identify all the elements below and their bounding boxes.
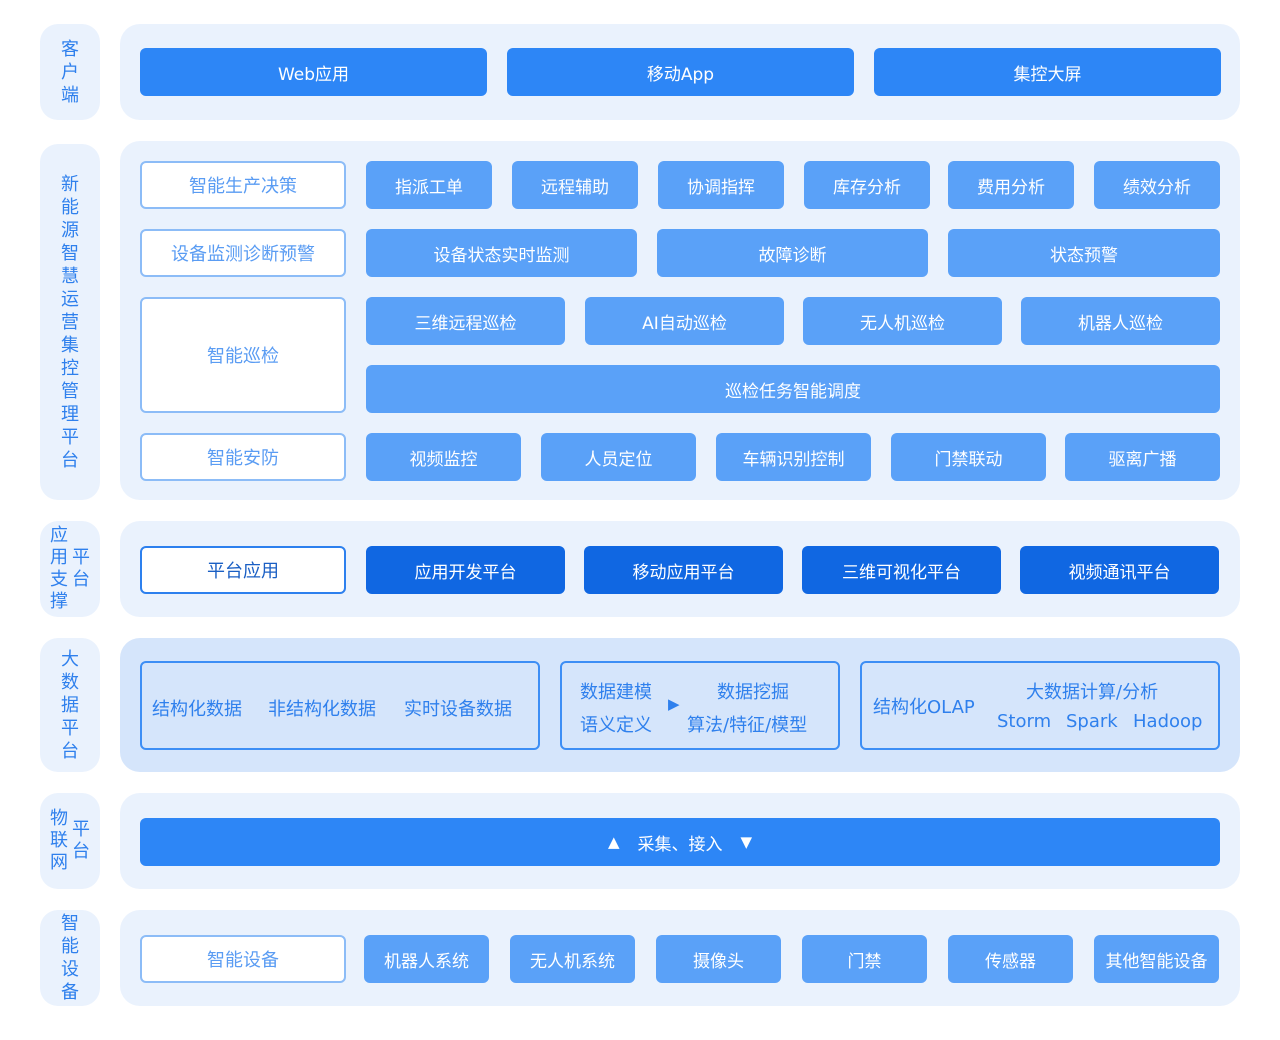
video-comm-platform-button[interactable]: 视频通讯平台 — [1020, 546, 1219, 594]
data-modeling-text: 数据建模 — [580, 682, 652, 703]
inspection-scheduling[interactable]: 巡检任务智能调度 — [366, 365, 1220, 413]
layer-label-text: 新能源智慧运营集控管理平台 — [61, 173, 79, 471]
spark-text: Spark — [1066, 711, 1118, 732]
ops-panel: 智能生产决策 指派工单 远程辅助 协调指挥 库存分析 费用分析 绩效分析 设备监… — [120, 141, 1240, 500]
layer-label-devices: 智能设备 — [40, 910, 100, 1006]
layer-label-text: 平台 — [72, 819, 90, 862]
app-dev-platform-button[interactable]: 应用开发平台 — [366, 546, 565, 594]
algorithm-model-text: 算法/特征/模型 — [687, 715, 808, 736]
security-item[interactable]: 视频监控 — [366, 433, 521, 481]
layer-label-ops: 新能源智慧运营集控管理平台 — [40, 144, 100, 500]
monitoring-item[interactable]: 故障诊断 — [657, 229, 928, 277]
inspection-label[interactable]: 智能巡检 — [140, 297, 346, 413]
inspection-item[interactable]: 无人机巡检 — [803, 297, 1002, 345]
arrow-up-icon: ▲ — [607, 833, 620, 851]
security-label[interactable]: 智能安防 — [140, 433, 346, 481]
monitoring-label[interactable]: 设备监测诊断预警 — [140, 229, 346, 277]
device-item[interactable]: 门禁 — [802, 935, 927, 983]
hadoop-text: Hadoop — [1133, 711, 1203, 732]
layer-label-text: 客户端 — [61, 38, 79, 106]
layer-label-bigdata: 大数据平台 — [40, 638, 100, 772]
3d-visual-platform-button[interactable]: 三维可视化平台 — [802, 546, 1001, 594]
layer-label-iot: 物联网 平台 — [40, 793, 100, 889]
unstructured-data-text: 非结构化数据 — [268, 699, 376, 720]
security-item[interactable]: 人员定位 — [541, 433, 696, 481]
collection-access-bar[interactable]: ▲ 采集、接入 ▼ — [140, 818, 1220, 866]
data-sources-box: 结构化数据 非结构化数据 实时设备数据 — [140, 661, 540, 750]
device-item[interactable]: 无人机系统 — [510, 935, 635, 983]
security-item[interactable]: 门禁联动 — [891, 433, 1046, 481]
inspection-item[interactable]: AI自动巡检 — [585, 297, 784, 345]
layer-label-text: 物联网 — [50, 808, 68, 873]
layer-label-text: 智能设备 — [61, 913, 79, 1003]
olap-box: 结构化OLAP 大数据计算/分析 Storm Spark Hadoop — [860, 661, 1220, 750]
bigdata-compute-text: 大数据计算/分析 — [1026, 682, 1159, 703]
iot-panel: ▲ 采集、接入 ▼ — [120, 793, 1240, 889]
data-modeling-box: 数据建模 语义定义 ▶ 数据挖掘 算法/特征/模型 — [560, 661, 840, 750]
production-item[interactable]: 费用分析 — [948, 161, 1074, 209]
structured-data-text: 结构化数据 — [152, 699, 242, 720]
inspection-item[interactable]: 三维远程巡检 — [366, 297, 565, 345]
storm-text: Storm — [997, 711, 1052, 732]
security-item[interactable]: 驱离广播 — [1065, 433, 1220, 481]
layer-label-text: 大数据平台 — [61, 648, 79, 762]
production-item[interactable]: 绩效分析 — [1094, 161, 1220, 209]
production-item[interactable]: 指派工单 — [366, 161, 492, 209]
realtime-device-data-text: 实时设备数据 — [404, 699, 512, 720]
semantic-definition-text: 语义定义 — [580, 715, 652, 736]
control-screen-button[interactable]: 集控大屏 — [874, 48, 1221, 96]
collection-access-text: 采集、接入 — [637, 834, 723, 855]
device-item[interactable]: 其他智能设备 — [1094, 935, 1219, 983]
mobile-app-button[interactable]: 移动App — [507, 48, 854, 96]
device-item[interactable]: 摄像头 — [656, 935, 781, 983]
production-item[interactable]: 协调指挥 — [658, 161, 784, 209]
layer-label-client: 客户端 — [40, 24, 100, 120]
mobile-app-platform-button[interactable]: 移动应用平台 — [584, 546, 783, 594]
data-mining-text: 数据挖掘 — [717, 682, 789, 703]
layer-label-app-support: 应用支撑 平台 — [40, 521, 100, 617]
layer-label-columns: 应用支撑 平台 — [49, 525, 91, 613]
devices-panel: 智能设备 机器人系统 无人机系统 摄像头 门禁 传感器 其他智能设备 — [120, 910, 1240, 1006]
production-decision-label[interactable]: 智能生产决策 — [140, 161, 346, 209]
security-item[interactable]: 车辆识别控制 — [716, 433, 871, 481]
bigdata-panel: 结构化数据 非结构化数据 实时设备数据 数据建模 语义定义 ▶ 数据挖掘 算法/… — [120, 638, 1240, 772]
production-item[interactable]: 远程辅助 — [512, 161, 638, 209]
platform-app-label[interactable]: 平台应用 — [140, 546, 346, 594]
layer-label-text: 平台 — [72, 547, 90, 590]
arrow-right-icon: ▶ — [668, 695, 680, 713]
monitoring-item[interactable]: 设备状态实时监测 — [366, 229, 637, 277]
device-item[interactable]: 传感器 — [948, 935, 1073, 983]
production-item[interactable]: 库存分析 — [804, 161, 930, 209]
layer-label-columns: 物联网 平台 — [49, 808, 91, 874]
monitoring-item[interactable]: 状态预警 — [948, 229, 1220, 277]
inspection-item[interactable]: 机器人巡检 — [1021, 297, 1220, 345]
client-panel: Web应用 移动App 集控大屏 — [120, 24, 1240, 120]
arrow-down-icon: ▼ — [740, 833, 753, 851]
app-support-panel: 平台应用 应用开发平台 移动应用平台 三维可视化平台 视频通讯平台 — [120, 521, 1240, 617]
structured-olap-text: 结构化OLAP — [873, 697, 975, 718]
device-item[interactable]: 机器人系统 — [364, 935, 489, 983]
layer-label-text: 应用支撑 — [50, 525, 68, 612]
web-app-button[interactable]: Web应用 — [140, 48, 487, 96]
smart-devices-label[interactable]: 智能设备 — [140, 935, 346, 983]
